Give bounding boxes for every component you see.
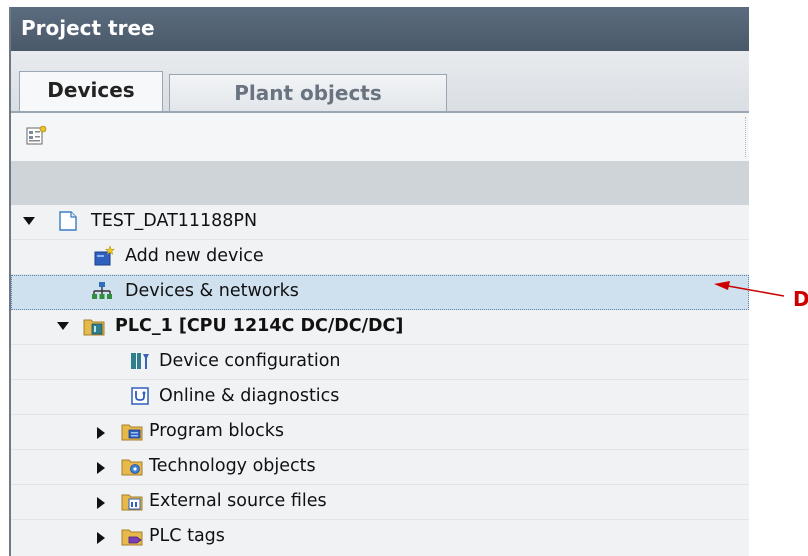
tree-item-devices-networks[interactable]: Devices & networks — [11, 275, 749, 310]
tab-bar: Devices Plant objects — [11, 51, 749, 113]
tree-item-label: TEST_DAT11188PN — [91, 211, 258, 231]
tree-item-label: PLC tags — [149, 526, 225, 546]
add-device-icon — [94, 245, 115, 266]
source-files-folder-icon — [121, 494, 143, 511]
device-config-icon — [131, 353, 149, 369]
tree-item-plc[interactable]: PLC_1 [CPU 1214C DC/DC/DC] — [11, 310, 749, 345]
tree-item-label: Device configuration — [159, 351, 341, 371]
tree-item-program-blocks[interactable]: Program blocks — [11, 415, 749, 450]
plc-tags-folder-icon — [121, 529, 143, 546]
tree-item-label: Devices & networks — [125, 281, 299, 301]
tree-item-online-diagnostics[interactable]: Online & diagnostics — [11, 380, 749, 415]
tree-item-label: External source files — [149, 491, 327, 511]
tree-item-project[interactable]: TEST_DAT11188PN — [11, 205, 749, 240]
tree-item-external-source-files[interactable]: External source files — [11, 485, 749, 520]
tab-devices[interactable]: Devices — [19, 71, 163, 113]
project-tree-panel: Project tree Devices Plant objects TEST_… — [9, 7, 749, 556]
tree-item-device-configuration[interactable]: Device configuration — [11, 345, 749, 380]
expand-arrow-icon[interactable] — [97, 532, 105, 544]
tree-header — [11, 161, 749, 205]
program-blocks-folder-icon — [121, 424, 143, 441]
tree-item-plc-tags[interactable]: PLC tags — [11, 520, 749, 555]
expand-arrow-icon[interactable] — [97, 462, 105, 474]
toolbar-separator — [745, 117, 748, 157]
tree-item-add-new-device[interactable]: Add new device — [11, 240, 749, 275]
panel-titlebar: Project tree — [11, 7, 749, 51]
panel-title: Project tree — [21, 16, 155, 40]
network-icon — [92, 282, 112, 299]
tree-item-label: Online & diagnostics — [159, 386, 340, 406]
tree-item-label: Add new device — [125, 246, 264, 266]
tree-item-technology-objects[interactable]: Technology objects — [11, 450, 749, 485]
tree-item-label: Program blocks — [149, 421, 284, 441]
annotation-label: D — [793, 287, 808, 311]
expand-arrow-icon[interactable] — [57, 322, 69, 330]
expand-arrow-icon[interactable] — [23, 217, 35, 225]
tab-plant-objects[interactable]: Plant objects — [169, 74, 447, 111]
plc-folder-icon — [83, 319, 105, 336]
expand-arrow-icon[interactable] — [97, 497, 105, 509]
annotation-arrow — [714, 281, 784, 297]
tree-item-label: PLC_1 [CPU 1214C DC/DC/DC] — [115, 316, 404, 336]
tree-toolbar — [11, 113, 749, 161]
technology-folder-icon — [121, 459, 143, 476]
tree-item-label: Technology objects — [149, 456, 316, 476]
project-icon — [59, 211, 77, 231]
project-tree: TEST_DAT11188PN Add new device Devices &… — [11, 205, 749, 556]
diagnostics-icon — [131, 387, 149, 405]
expand-arrow-icon[interactable] — [97, 427, 105, 439]
project-view-icon[interactable] — [25, 125, 47, 147]
